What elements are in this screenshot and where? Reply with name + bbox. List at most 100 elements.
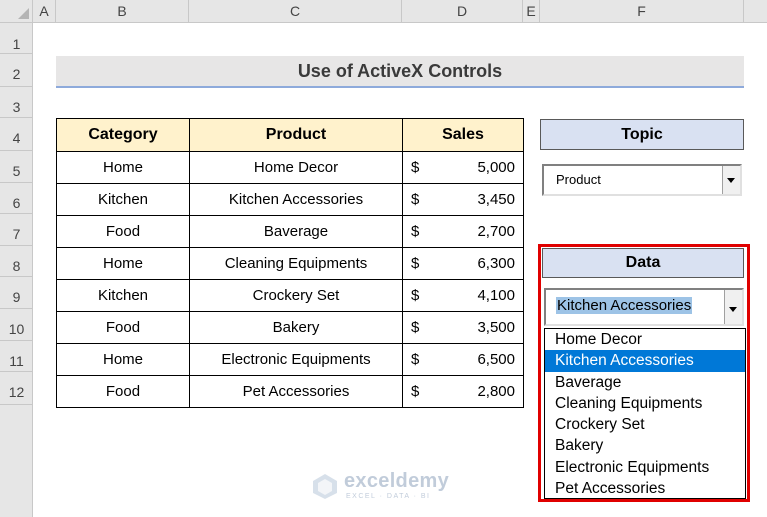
watermark-name: exceldemy [344, 470, 449, 492]
dropdown-option[interactable]: Crockery Set [545, 414, 745, 435]
table-row: Food Pet Accessories $2,800 [56, 375, 524, 408]
row-header-10[interactable]: 10 [0, 309, 33, 341]
column-header-e[interactable]: E [523, 0, 540, 23]
table-row: Home Cleaning Equipments $6,300 [56, 247, 524, 280]
data-dropdown-button[interactable] [724, 290, 742, 324]
table-row: Kitchen Kitchen Accessories $3,450 [56, 183, 524, 216]
cell-category[interactable]: Kitchen [56, 279, 190, 312]
table-row: Food Baverage $2,700 [56, 215, 524, 248]
currency-symbol: $ [411, 223, 420, 240]
dropdown-option[interactable]: Kitchen Accessories [545, 350, 745, 372]
header-category[interactable]: Category [56, 118, 190, 152]
sales-amount: 3,500 [477, 319, 515, 336]
sales-amount: 2,800 [477, 383, 515, 400]
cell-product[interactable]: Baverage [189, 215, 403, 248]
header-product[interactable]: Product [189, 118, 403, 152]
row-header-9[interactable]: 9 [0, 277, 33, 309]
currency-symbol: $ [411, 191, 420, 208]
sales-amount: 5,000 [477, 159, 515, 176]
sales-amount: 6,500 [477, 351, 515, 368]
dropdown-option[interactable]: Home Decor [545, 329, 745, 350]
sheet-title[interactable]: Use of ActiveX Controls [56, 56, 744, 88]
currency-symbol: $ [411, 255, 420, 272]
dropdown-option[interactable]: Bakery [545, 435, 745, 456]
table-row: Food Bakery $3,500 [56, 311, 524, 344]
row-header-11[interactable]: 11 [0, 341, 33, 372]
column-header-bar: A B C D E F [33, 0, 767, 23]
row-header-7[interactable]: 7 [0, 214, 33, 246]
row-header-12[interactable]: 12 [0, 372, 33, 405]
row-header-2[interactable]: 2 [0, 54, 33, 87]
data-label[interactable]: Data [542, 248, 744, 278]
topic-selected-value: Product [556, 172, 601, 187]
cell-product[interactable]: Pet Accessories [189, 375, 403, 408]
header-sales[interactable]: Sales [402, 118, 524, 152]
cell-product[interactable]: Crockery Set [189, 279, 403, 312]
cell-sales[interactable]: $2,700 [402, 215, 524, 248]
sales-table: Category Product Sales Home Home Decor $5,… [56, 118, 524, 408]
currency-symbol: $ [411, 159, 420, 176]
cell-category[interactable]: Home [56, 247, 190, 280]
cell-category[interactable]: Kitchen [56, 183, 190, 216]
sales-amount: 3,450 [477, 191, 515, 208]
topic-dropdown-button[interactable] [722, 166, 740, 194]
cell-sales[interactable]: $6,500 [402, 343, 524, 376]
cell-sales[interactable]: $2,800 [402, 375, 524, 408]
cell-product[interactable]: Home Decor [189, 151, 403, 184]
dropdown-option[interactable]: Pet Accessories [545, 478, 745, 499]
topic-label[interactable]: Topic [540, 119, 744, 150]
cell-sales[interactable]: $5,000 [402, 151, 524, 184]
cell-product[interactable]: Cleaning Equipments [189, 247, 403, 280]
chevron-down-icon [727, 178, 735, 183]
sales-amount: 2,700 [477, 223, 515, 240]
cell-sales[interactable]: $3,500 [402, 311, 524, 344]
column-header-c[interactable]: C [189, 0, 402, 23]
exceldemy-logo-icon [313, 474, 337, 499]
row-header-4[interactable]: 4 [0, 118, 33, 151]
cell-product[interactable]: Bakery [189, 311, 403, 344]
table-row: Kitchen Crockery Set $4,100 [56, 279, 524, 312]
dropdown-option[interactable]: Baverage [545, 372, 745, 393]
row-header-8[interactable]: 8 [0, 246, 33, 277]
cell-product[interactable]: Kitchen Accessories [189, 183, 403, 216]
column-header-a[interactable]: A [33, 0, 56, 23]
currency-symbol: $ [411, 287, 420, 304]
cell-category[interactable]: Food [56, 215, 190, 248]
chevron-down-icon [729, 307, 737, 312]
topic-combobox[interactable]: Product [542, 164, 742, 196]
cell-category[interactable]: Home [56, 343, 190, 376]
cell-category[interactable]: Home [56, 151, 190, 184]
column-header-b[interactable]: B [56, 0, 189, 23]
cell-category[interactable]: Food [56, 311, 190, 344]
table-body: Home Home Decor $5,000 Kitchen Kitchen Acces… [56, 151, 524, 408]
cell-product[interactable]: Electronic Equipments [189, 343, 403, 376]
dropdown-option[interactable]: Electronic Equipments [545, 457, 745, 478]
currency-symbol: $ [411, 319, 420, 336]
data-combobox[interactable]: Kitchen Accessories [544, 288, 744, 326]
table-row: Home Home Decor $5,000 [56, 151, 524, 184]
column-header-d[interactable]: D [402, 0, 523, 23]
cell-sales[interactable]: $3,450 [402, 183, 524, 216]
dropdown-option[interactable]: Cleaning Equipments [545, 393, 745, 414]
row-header-6[interactable]: 6 [0, 183, 33, 214]
cell-sales[interactable]: $4,100 [402, 279, 524, 312]
sales-amount: 6,300 [477, 255, 515, 272]
row-header-1[interactable]: 1 [0, 23, 33, 54]
column-header-f[interactable]: F [540, 0, 744, 23]
row-header-5[interactable]: 5 [0, 151, 33, 183]
sales-amount: 4,100 [477, 287, 515, 304]
table-header-row: Category Product Sales [56, 118, 524, 152]
data-selected-value: Kitchen Accessories [556, 297, 693, 314]
currency-symbol: $ [411, 383, 420, 400]
exceldemy-watermark: exceldemy EXCEL · DATA · BI [312, 469, 462, 503]
column-header-g[interactable] [744, 0, 767, 23]
table-row: Home Electronic Equipments $6,500 [56, 343, 524, 376]
currency-symbol: $ [411, 351, 420, 368]
cell-category[interactable]: Food [56, 375, 190, 408]
watermark-tagline: EXCEL · DATA · BI [346, 493, 431, 500]
select-all-corner[interactable] [0, 0, 33, 23]
cell-sales[interactable]: $6,300 [402, 247, 524, 280]
row-header-bar: 1 2 3 4 5 6 7 8 9 10 11 12 [0, 23, 33, 517]
data-dropdown-list[interactable]: Home Decor Kitchen Accessories Baverage Cle… [544, 328, 746, 499]
row-header-3[interactable]: 3 [0, 87, 33, 118]
